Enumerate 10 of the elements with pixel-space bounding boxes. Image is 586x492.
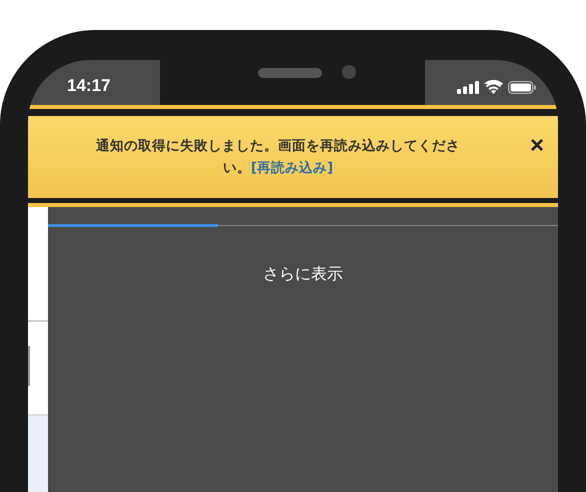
tab-indicator[interactable] [218, 225, 388, 226]
signal-icon [457, 80, 479, 94]
tab-indicator[interactable] [48, 224, 218, 227]
show-more-button[interactable]: さらに表示 [257, 262, 349, 287]
battery-icon [508, 80, 536, 94]
wifi-icon [484, 80, 503, 94]
error-message: 通知の取得に失敗しました。画面を再読み込みしてください。[再読み込み] [95, 137, 461, 178]
close-button[interactable]: × [526, 134, 548, 158]
tab-indicator[interactable] [388, 225, 558, 226]
status-time: 14:17 [67, 76, 110, 96]
